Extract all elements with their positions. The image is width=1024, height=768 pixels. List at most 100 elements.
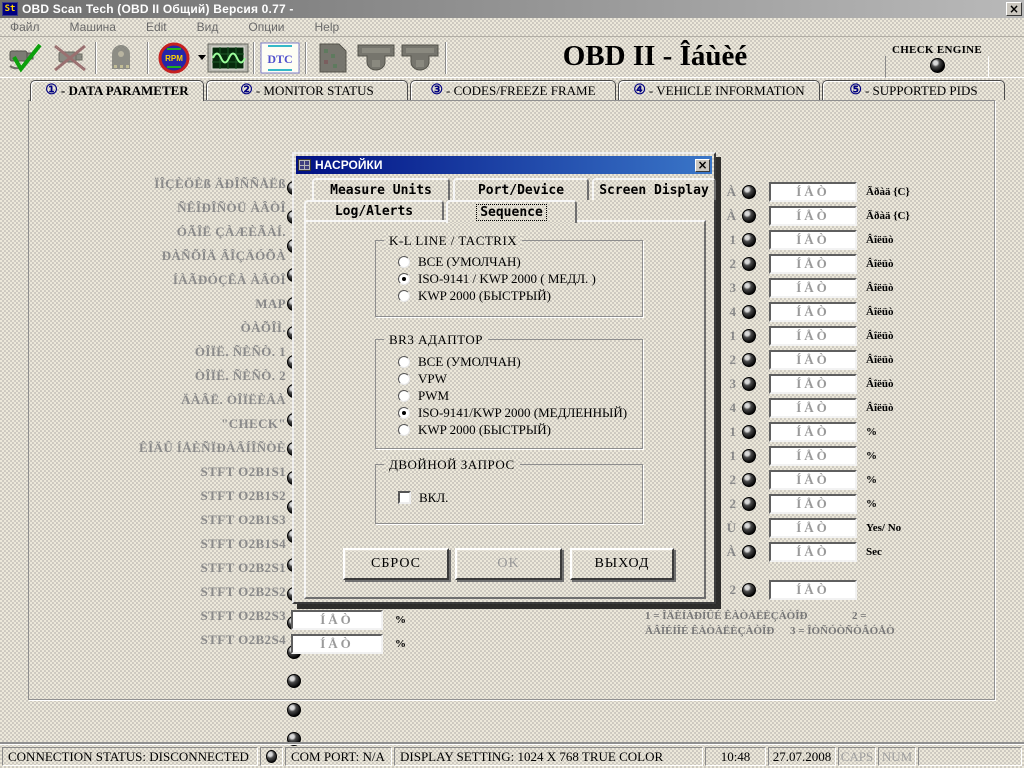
- dialog-button-label: СБРОС: [371, 556, 421, 571]
- radio-option[interactable]: ISO-9141 / KWP 2000 ( МЕДЛ. ): [376, 270, 642, 287]
- legend-line-2b: 3 = ÎÒÑÓÒÑÒÂÓÅÒ: [790, 625, 895, 637]
- menu-item[interactable]: Вид: [195, 19, 221, 35]
- dialog-tab-label: Screen Display: [599, 183, 709, 198]
- radio-label: ISO-9141/KWP 2000 (МЕДЛЕННЫЙ): [418, 405, 627, 421]
- radio-button[interactable]: [398, 407, 410, 419]
- main-tab[interactable]: ②- MONITOR STATUS: [206, 80, 408, 100]
- menu-item[interactable]: Help: [312, 19, 341, 35]
- radio-option[interactable]: ISO-9141/KWP 2000 (МЕДЛЕННЫЙ): [376, 404, 642, 421]
- dialog-button[interactable]: OK: [455, 548, 562, 580]
- value-row: 2 ÍÅÒ Âîëüò: [700, 348, 1000, 372]
- dialog-title-bar: НАСРОЙКИ ×: [296, 156, 712, 174]
- radio-button[interactable]: [398, 273, 410, 285]
- dialog-tab[interactable]: Screen Display: [592, 178, 716, 200]
- radio-button[interactable]: [398, 424, 410, 436]
- dialog-button-label: ВЫХОД: [595, 556, 650, 571]
- radio-option[interactable]: ВСЕ (УМОЛЧАН): [376, 253, 642, 270]
- value-led: [742, 353, 756, 367]
- radio-option[interactable]: PWM: [376, 387, 642, 404]
- dialog-tab-label: Measure Units: [330, 183, 432, 198]
- parameter-value-row: ÍÅÒ %: [291, 632, 406, 656]
- parameter-label: STFT O2B2S2: [40, 584, 286, 608]
- tab-label: - MONITOR STATUS: [256, 83, 374, 99]
- main-tab[interactable]: ①- DATA PARAMETER: [30, 80, 204, 101]
- menu-item[interactable]: Опции: [246, 19, 286, 35]
- radio-button[interactable]: [398, 390, 410, 402]
- toolbar-separator: [445, 42, 447, 74]
- connector-b-button[interactable]: [398, 40, 442, 76]
- unit-label: Ãðàä {C}: [866, 210, 910, 222]
- dialog-tab[interactable]: Log/Alerts: [304, 200, 444, 221]
- dialog-button[interactable]: ВЫХОД: [570, 548, 674, 580]
- rpm-gauge-button[interactable]: RPM: [152, 40, 196, 76]
- value-led: [742, 583, 756, 597]
- rpm-dropdown-arrow[interactable]: [198, 55, 206, 60]
- tab-number-icon: ④: [633, 84, 646, 98]
- value-row: Ù ÍÅÒ Yes/ No: [700, 516, 1000, 540]
- settings-dialog-icon: [298, 159, 311, 171]
- unit-label: %: [866, 498, 877, 510]
- value-row: 3 ÍÅÒ Âîëüò: [700, 276, 1000, 300]
- menu-item[interactable]: Машина: [68, 19, 118, 35]
- menu-item[interactable]: Файл: [8, 19, 42, 35]
- unit-label: Âîëüò: [866, 282, 894, 294]
- dialog-tab[interactable]: Measure Units: [312, 178, 450, 200]
- connector-a-button[interactable]: [354, 40, 398, 76]
- checkbox[interactable]: [398, 491, 411, 504]
- main-tab[interactable]: ④- VEHICLE INFORMATION: [618, 80, 820, 100]
- value-led: [742, 473, 756, 487]
- dialog-close-button[interactable]: ×: [695, 159, 710, 172]
- status-bar: CONNECTION STATUS: DISCONNECTED COM PORT…: [0, 744, 1024, 768]
- br3-adapter-group: BR3 АДАПТОР ВСЕ (УМОЛЧАН) VPW PWM ISO-91…: [375, 339, 643, 449]
- radio-option[interactable]: ВСЕ (УМОЛЧАН): [376, 353, 642, 370]
- disconnect-button[interactable]: [48, 40, 92, 76]
- value-field: ÍÅÒ: [291, 610, 383, 630]
- radio-button[interactable]: [398, 356, 410, 368]
- toolbar-separator: [305, 42, 307, 74]
- value-led: [742, 521, 756, 535]
- parameter-label: ÒÎÏË. ÑÈÑÒ. 2: [40, 368, 286, 392]
- radio-option[interactable]: KWP 2000 (БЫСТРЫЙ): [376, 421, 642, 438]
- dtc-button[interactable]: DTC: [258, 40, 302, 76]
- tab-number-icon: ①: [45, 84, 58, 98]
- memory-card-button[interactable]: [310, 40, 354, 76]
- unit-label: Âîëüò: [866, 258, 894, 270]
- dialog-button[interactable]: СБРОС: [343, 548, 449, 580]
- radio-option[interactable]: VPW: [376, 370, 642, 387]
- num-lock-indicator: NUM: [878, 747, 916, 766]
- rpm-icon: RPM: [158, 42, 190, 74]
- unit-label: Âîëüò: [866, 354, 894, 366]
- parameter-led: [287, 703, 301, 717]
- main-tab[interactable]: ③- CODES/FREEZE FRAME: [410, 80, 616, 100]
- parameter-value-row: ÍÅÒ %: [291, 608, 406, 632]
- tab-label: - SUPPORTED PIDS: [865, 83, 978, 99]
- check-engine-label: CHECK ENGINE: [880, 44, 994, 56]
- parameter-label: STFT O2B2S1: [40, 560, 286, 584]
- oscilloscope-button[interactable]: [206, 40, 250, 76]
- dialog-tab[interactable]: Sequence: [446, 200, 577, 223]
- window-close-button[interactable]: ×: [1006, 2, 1022, 16]
- checkbox-option[interactable]: ВКЛ.: [376, 489, 642, 506]
- value-field: ÍÅÒ: [769, 398, 857, 418]
- oscilloscope-icon: [207, 42, 249, 74]
- menu-item[interactable]: Edit: [144, 19, 169, 35]
- value-field: ÍÅÒ: [769, 422, 857, 442]
- connect-button[interactable]: [4, 40, 48, 76]
- radio-option[interactable]: KWP 2000 (БЫСТРЫЙ): [376, 287, 642, 304]
- dialog-button-row: СБРОС OK ВЫХОД: [294, 548, 718, 582]
- radio-button[interactable]: [398, 290, 410, 302]
- parameter-label: ÒÀÕÎÌ.: [40, 320, 286, 344]
- value-field: ÍÅÒ: [769, 518, 857, 538]
- disconnect-icon: [51, 42, 89, 74]
- connect-icon: [7, 42, 45, 74]
- dialog-tab[interactable]: Port/Device: [453, 178, 589, 200]
- record-log-button[interactable]: [100, 40, 144, 76]
- radio-button[interactable]: [398, 256, 410, 268]
- unit-label: %: [866, 426, 877, 438]
- dialog-title: НАСРОЙКИ: [315, 158, 695, 172]
- radio-button[interactable]: [398, 373, 410, 385]
- value-row: 1 ÍÅÒ Âîëüò: [700, 324, 1000, 348]
- value-led: [742, 185, 756, 199]
- main-tab[interactable]: ⑤- SUPPORTED PIDS: [822, 80, 1005, 100]
- tab-number-icon: ⑤: [849, 84, 862, 98]
